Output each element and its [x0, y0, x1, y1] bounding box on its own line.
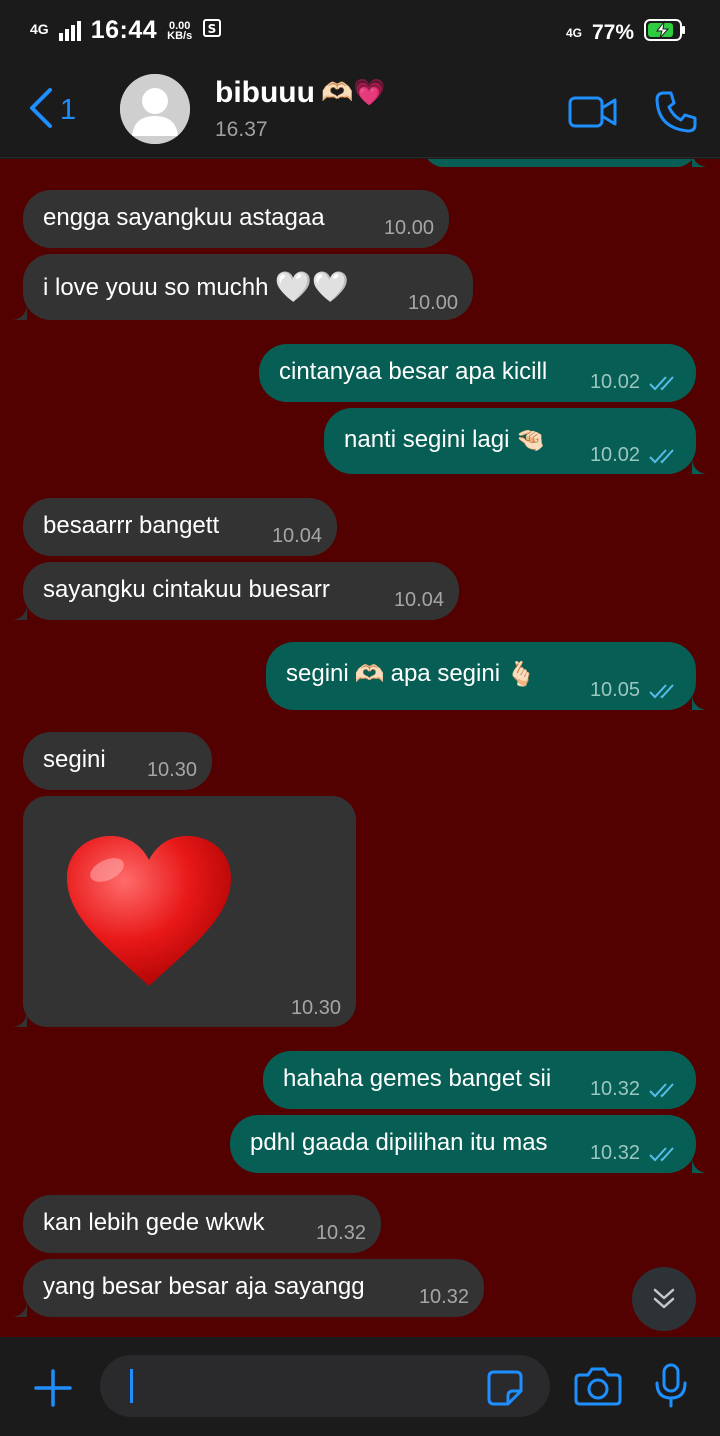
- white-heart-emoji: 🤍🤍: [274, 270, 350, 305]
- outgoing-message[interactable]: pdhl gaada dipilihan itu mas 10.32: [230, 1115, 706, 1173]
- incoming-sticker-message[interactable]: 10.30: [13, 796, 356, 1027]
- message-text: pdhl gaada dipilihan itu mas: [250, 1129, 548, 1156]
- message-time: 10.30: [146, 759, 197, 781]
- incoming-message[interactable]: segini 10.30: [23, 732, 212, 790]
- outgoing-message[interactable]: segini 🫶🏻 apa segini 🫰🏻 10.05: [266, 642, 706, 710]
- sticker-icon[interactable]: [486, 1369, 524, 1412]
- message-text-body: nanti segini lagi: [344, 426, 510, 453]
- message-time: 10.04: [393, 589, 444, 611]
- incoming-message[interactable]: besaarrr bangett 10.04: [23, 498, 337, 556]
- message-time: 10.00: [383, 217, 434, 239]
- message-text: engga sayangkuu astagaa: [43, 204, 325, 231]
- message-text: segini: [43, 746, 106, 773]
- contact-name-emoji: 🫶🏻💗: [320, 78, 386, 108]
- read-ticks-icon: [649, 376, 674, 391]
- message-input-bar: [0, 1337, 720, 1436]
- message-text: i love youu so muchh 🤍🤍: [43, 270, 349, 305]
- unread-count: 1: [60, 94, 77, 126]
- message-input[interactable]: [100, 1355, 550, 1417]
- scroll-to-bottom-button[interactable]: [632, 1267, 696, 1331]
- double-chevron-down-icon: [653, 1288, 675, 1309]
- message-time: 10.32: [589, 1142, 640, 1164]
- chat-area[interactable]: engga sayangkuu astagaa 10.00 i love you…: [0, 159, 720, 1337]
- network-speed: 0.00 KB/s: [167, 20, 193, 42]
- incoming-message[interactable]: sayangku cintakuu buesarr 10.04: [13, 562, 459, 620]
- battery-charging-icon: [644, 18, 686, 47]
- signal-icon: [58, 20, 81, 41]
- contact-name-text: bibuuu: [215, 76, 315, 109]
- message-time: 10.05: [589, 679, 640, 701]
- message-text: kan lebih gede wkwk: [43, 1209, 265, 1236]
- video-camera-icon[interactable]: [568, 94, 618, 135]
- pinching-hand-emoji: 🤏🏻: [515, 426, 546, 454]
- finger-heart-emoji: 🫰🏻: [506, 660, 536, 688]
- battery-percentage: 77%: [591, 20, 634, 44]
- message-bubble-partial[interactable]: [424, 159, 706, 167]
- read-ticks-icon: [649, 1147, 674, 1162]
- message-time: 10.32: [589, 1078, 640, 1100]
- back-button[interactable]: 1: [26, 86, 76, 135]
- message-text: yang besar besar aja sayangg: [43, 1273, 365, 1300]
- message-text-body: i love youu so muchh: [43, 273, 269, 301]
- read-ticks-icon: [649, 1083, 674, 1098]
- red-heart-sticker: [67, 836, 231, 986]
- outgoing-message[interactable]: hahaha gemes banget sii 10.32: [263, 1051, 696, 1109]
- message-text: besaarrr bangett: [43, 512, 220, 539]
- speed-unit: KB/s: [167, 29, 193, 42]
- screenshot-icon: S: [202, 18, 222, 43]
- chat-header: 1 bibuuu 🫶🏻💗 16.37: [0, 64, 720, 158]
- mobile-data-indicator: 4G: [565, 25, 582, 40]
- incoming-message[interactable]: engga sayangkuu astagaa 10.00: [23, 190, 449, 248]
- svg-text:S: S: [208, 22, 217, 36]
- status-bar: 4G 16:44 0.00 KB/s S 4G 77%: [0, 0, 720, 64]
- read-ticks-icon: [649, 449, 674, 464]
- message-text-body-2: apa segini: [390, 660, 501, 687]
- message-time: 10.32: [418, 1286, 469, 1308]
- contact-name[interactable]: bibuuu 🫶🏻💗: [215, 76, 386, 110]
- camera-icon[interactable]: [574, 1365, 622, 1412]
- plus-icon[interactable]: [32, 1367, 74, 1414]
- message-text: nanti segini lagi 🤏🏻: [344, 426, 545, 454]
- message-text: segini 🫶🏻 apa segini 🫰🏻: [286, 660, 536, 688]
- read-ticks-icon: [649, 684, 674, 699]
- message-text-body: segini: [286, 660, 349, 687]
- incoming-message[interactable]: yang besar besar aja sayangg 10.32: [13, 1259, 484, 1317]
- network-type: 4G: [30, 20, 49, 37]
- message-text: cintanyaa besar apa kicill: [279, 358, 548, 385]
- message-time: 10.32: [315, 1222, 366, 1244]
- last-seen: 16.37: [215, 118, 268, 141]
- message-text: hahaha gemes banget sii: [283, 1065, 552, 1092]
- phone-icon[interactable]: [654, 90, 698, 139]
- heart-hands-emoji: 🫶🏻: [354, 660, 385, 688]
- outgoing-message[interactable]: cintanyaa besar apa kicill 10.02: [259, 344, 696, 402]
- chevron-left-icon: [26, 86, 54, 135]
- clock: 16:44: [90, 16, 158, 44]
- message-time: 10.04: [271, 525, 322, 547]
- message-time: 10.30: [290, 997, 341, 1019]
- message-text: sayangku cintakuu buesarr: [43, 576, 330, 603]
- microphone-icon[interactable]: [654, 1363, 688, 1414]
- message-time: 10.00: [407, 292, 458, 314]
- message-time: 10.02: [589, 371, 640, 393]
- message-time: 10.02: [589, 444, 640, 466]
- text-cursor: [130, 1369, 133, 1403]
- outgoing-message[interactable]: nanti segini lagi 🤏🏻 10.02: [324, 408, 706, 474]
- avatar[interactable]: [120, 74, 190, 144]
- incoming-message[interactable]: kan lebih gede wkwk 10.32: [23, 1195, 381, 1253]
- incoming-message[interactable]: i love youu so muchh 🤍🤍 10.00: [13, 254, 473, 320]
